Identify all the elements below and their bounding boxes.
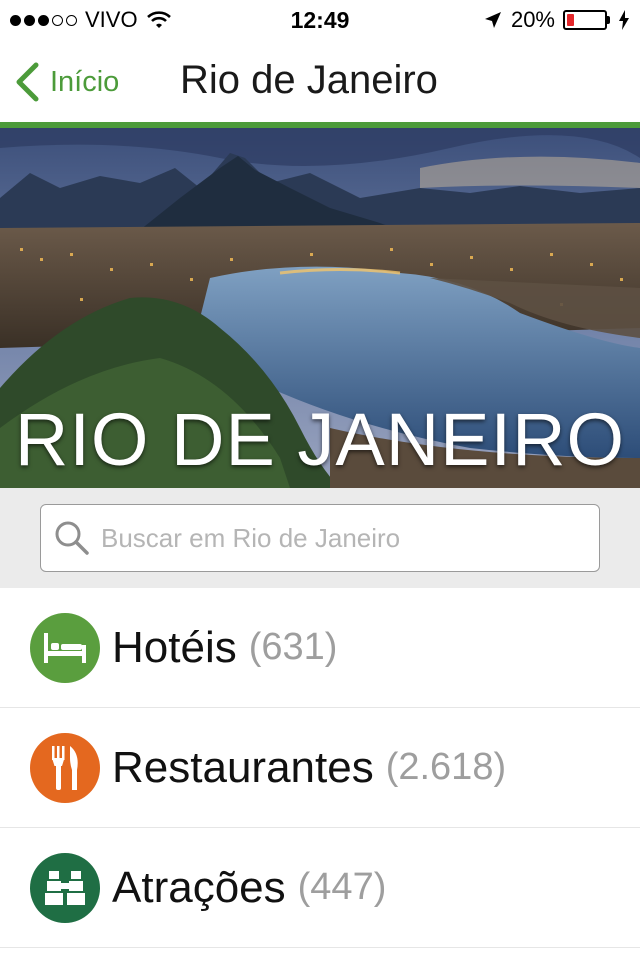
chevron-left-icon <box>16 62 39 102</box>
category-attractions[interactable]: Atrações (447) <box>0 828 640 948</box>
status-bar: VIVO 12:49 20% <box>0 0 640 40</box>
carrier-name: VIVO <box>85 7 138 32</box>
back-label: Início <box>50 65 120 98</box>
wifi-icon <box>146 11 171 28</box>
fork-knife-icon <box>30 732 100 803</box>
search-input[interactable] <box>101 522 571 554</box>
status-right: 20% <box>483 7 630 33</box>
charging-bolt-icon <box>619 10 629 30</box>
category-restaurants[interactable]: Restaurantes (2.618) <box>0 708 640 828</box>
category-name: Restaurantes <box>112 742 374 792</box>
battery-icon <box>563 10 610 30</box>
category-count: (447) <box>297 866 387 908</box>
category-hotels[interactable]: Hotéis (631) <box>0 588 640 708</box>
page-title: Rio de Janeiro <box>180 58 438 102</box>
search-icon <box>55 521 89 555</box>
search-bar-container <box>0 488 640 588</box>
bed-icon <box>30 612 100 683</box>
category-name: Atrações <box>112 862 286 912</box>
status-left: VIVO <box>10 7 172 33</box>
back-button[interactable]: Início <box>14 62 119 102</box>
category-count: (2.618) <box>385 746 507 788</box>
binoculars-icon <box>30 852 100 923</box>
battery-percent: 20% <box>510 7 555 32</box>
category-count: (631) <box>248 626 338 668</box>
search-box[interactable] <box>40 504 600 572</box>
category-name: Hotéis <box>112 622 237 672</box>
battery-level <box>567 14 575 26</box>
navigation-bar: Início Rio de Janeiro <box>0 40 640 122</box>
hero-image: RIO DE JANEIRO <box>0 128 640 488</box>
category-list: Hotéis (631) Restaurantes (2.618) Atraçõ… <box>0 588 640 948</box>
signal-strength-icon <box>10 14 77 26</box>
hero-title: RIO DE JANEIRO <box>14 398 626 481</box>
location-arrow-icon <box>484 12 501 28</box>
